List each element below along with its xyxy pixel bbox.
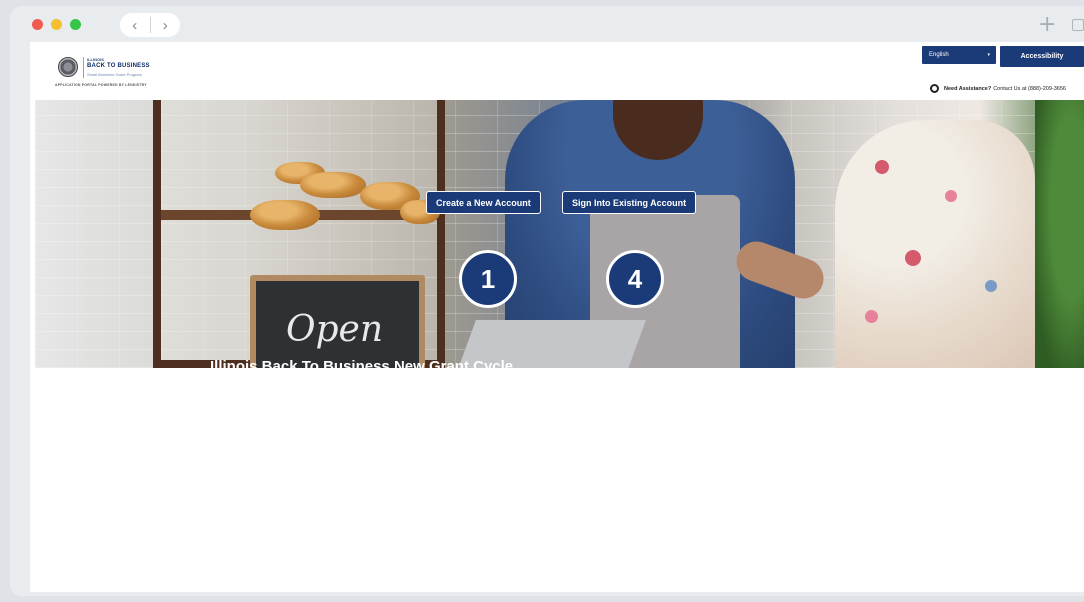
hero-banner: Open Create a New Account Sign Into Exis… xyxy=(35,100,1084,368)
open-sign-chalkboard: Open xyxy=(250,275,425,368)
bread-loaf xyxy=(300,172,366,198)
sign-in-button[interactable]: Sign Into Existing Account xyxy=(562,191,697,214)
language-value: English xyxy=(929,52,949,58)
floral-pattern xyxy=(905,250,921,266)
maximize-window-button[interactable] xyxy=(70,19,81,30)
assistance-contact: Need Assistance? Contact Us at (888)-209… xyxy=(930,84,1066,93)
history-nav: ‹ › xyxy=(120,13,180,37)
assistance-phone-link[interactable]: Contact Us at (888)-209-3656 xyxy=(993,86,1066,92)
lifebuoy-icon xyxy=(930,84,939,93)
floral-pattern xyxy=(865,310,878,323)
web-page: ILLINOIS BACK TO BUSINESS Small Business… xyxy=(30,42,1084,592)
minimize-window-button[interactable] xyxy=(51,19,62,30)
language-select[interactable]: English ▾ xyxy=(922,46,996,64)
step-marker-4: 4 xyxy=(606,250,664,308)
assistance-label: Need Assistance? xyxy=(944,85,992,92)
chevron-down-icon: ▾ xyxy=(987,52,990,58)
floral-pattern xyxy=(985,280,997,292)
copy-icon[interactable] xyxy=(1072,19,1084,31)
floral-pattern xyxy=(875,160,889,174)
site-header: ILLINOIS BACK TO BUSINESS Small Business… xyxy=(30,42,1084,100)
bread-loaf xyxy=(250,200,320,230)
plant-foliage xyxy=(1035,100,1084,368)
logo-tagline: Small Business Grant Program xyxy=(87,72,142,77)
powered-by-text: APPLICATION PORTAL POWERED BY LENDISTRY xyxy=(55,83,147,87)
logo-state-name: ILLINOIS xyxy=(87,57,104,62)
hero-headline: Illinois Back To Business New Grant Cycl… xyxy=(210,358,514,368)
open-sign-text: Open xyxy=(286,309,384,350)
state-seal-logo[interactable] xyxy=(58,57,78,77)
step-marker-1: 1 xyxy=(459,250,517,308)
create-account-button[interactable]: Create a New Account xyxy=(426,191,541,214)
customer-figure xyxy=(835,120,1035,368)
chevron-left-icon[interactable]: ‹ xyxy=(120,13,150,37)
logo-divider xyxy=(83,57,84,78)
close-window-button[interactable] xyxy=(32,19,43,30)
chevron-right-icon[interactable]: › xyxy=(151,13,181,37)
browser-window: ‹ › + ILLINOIS BACK TO BUSINESS Small Bu… xyxy=(10,6,1084,596)
floral-pattern xyxy=(945,190,957,202)
browser-titlebar: ‹ › + xyxy=(10,6,1084,42)
plus-icon[interactable]: + xyxy=(1038,12,1056,37)
logo-program-name[interactable]: BACK TO BUSINESS xyxy=(87,63,150,69)
accessibility-button[interactable]: Accessibility xyxy=(1000,46,1084,67)
